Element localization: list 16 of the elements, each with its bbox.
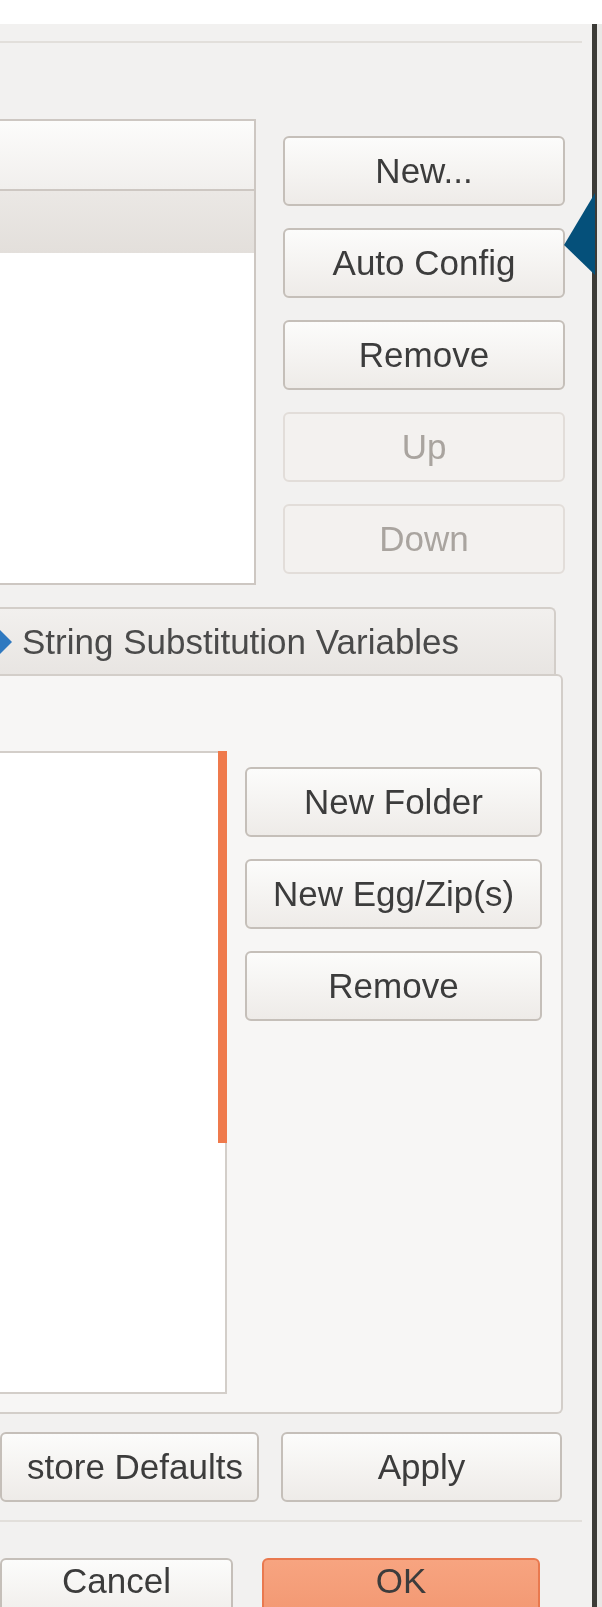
button[interactable]: Cancel [0,1558,233,1607]
diamond-icon [0,629,12,654]
button[interactable]: Auto Config [283,228,565,298]
table-row[interactable] [0,191,254,253]
button[interactable]: OK [262,1558,540,1607]
button[interactable]: New Folder [245,767,542,837]
libraries-list[interactable] [0,751,227,1394]
button[interactable]: store Defaults [0,1432,259,1502]
button[interactable]: New Egg/Zip(s) [245,859,542,929]
button[interactable]: Remove [283,320,565,390]
interpreter-table[interactable] [0,119,256,585]
button[interactable]: New... [283,136,565,206]
button[interactable]: Remove [245,951,542,1021]
tab[interactable]: String Substitution Variables [0,607,556,674]
scrollbar-thumb[interactable] [218,751,227,1143]
button[interactable]: Apply [281,1432,562,1502]
